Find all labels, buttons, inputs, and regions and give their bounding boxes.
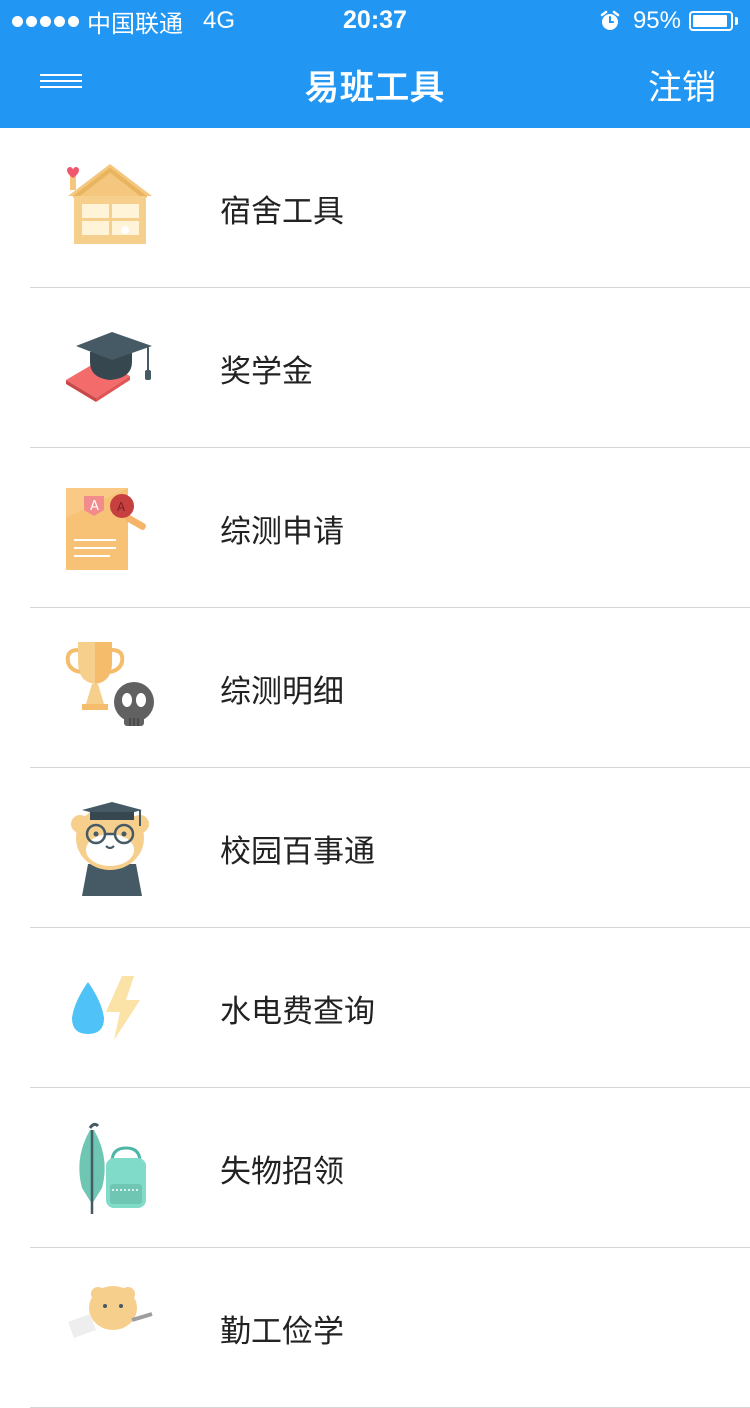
application-document-icon: A A — [66, 488, 146, 570]
list-item-dormitory-tools[interactable]: 宿舍工具 — [0, 128, 750, 288]
list-item-label: 宿舍工具 — [220, 194, 344, 230]
graduate-mascot-icon — [71, 802, 149, 896]
dormitory-house-icon — [67, 164, 152, 244]
logout-button[interactable]: 注销 — [648, 60, 716, 109]
list-item-utility-bill-query[interactable]: 水电费查询 — [0, 928, 750, 1088]
list-item-label: 综测明细 — [220, 674, 344, 710]
list-item-label: 勤工俭学 — [220, 1314, 344, 1350]
list-item-label: 奖学金 — [220, 354, 313, 390]
list-item-lost-and-found[interactable]: 失物招领 — [0, 1088, 750, 1248]
list-item-label: 水电费查询 — [220, 994, 375, 1030]
status-bar: 中国联通 4G 20:37 95% — [0, 0, 750, 42]
alarm-clock-icon — [600, 10, 620, 30]
list-item-campus-guide[interactable]: 校园百事通 — [0, 768, 750, 928]
water-electricity-icon — [72, 976, 140, 1040]
svg-text:A: A — [90, 499, 99, 514]
list-item-label: 失物招领 — [220, 1154, 344, 1190]
graduation-cap-book-icon — [66, 332, 152, 402]
nav-bar: 易班工具 注销 — [0, 42, 750, 128]
list-item-work-study[interactable]: 勤工俭学 — [0, 1248, 750, 1408]
list-item-evaluation-details[interactable]: 综测明细 — [0, 608, 750, 768]
list-item-scholarship[interactable]: 奖学金 — [0, 288, 750, 448]
tool-list: 宿舍工具 奖学金 A A 综测申请 综测明细 校园百事通 水电费查询 失物招领 … — [0, 128, 750, 1408]
battery-icon — [689, 11, 733, 31]
status-right: 95% — [599, 6, 738, 36]
list-item-label: 综测申请 — [220, 514, 344, 550]
work-study-mascot-icon — [68, 1286, 153, 1338]
svg-text:A: A — [117, 500, 126, 514]
umbrella-backpack-icon — [79, 1122, 146, 1214]
trophy-skull-icon — [65, 642, 154, 726]
page-title: 易班工具 — [305, 68, 445, 108]
list-item-label: 校园百事通 — [220, 834, 375, 870]
list-item-evaluation-application[interactable]: A A 综测申请 — [0, 448, 750, 608]
battery-percent: 95% — [632, 7, 681, 34]
